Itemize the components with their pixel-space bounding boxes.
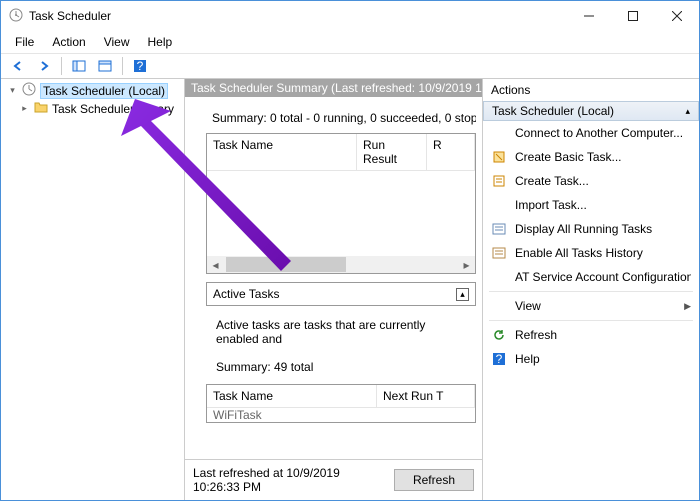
titlebar: Task Scheduler [1,1,699,31]
actions-pane: Actions Task Scheduler (Local) ▴ Connect… [483,79,699,500]
action-create-task[interactable]: Create Task... [483,169,699,193]
refresh-icon [491,327,507,343]
summary-pane: Task Scheduler Summary (Last refreshed: … [185,79,483,500]
active-tasks-desc: Active tasks are tasks that are currentl… [206,314,476,350]
scroll-left-icon[interactable]: ◂ [207,256,224,273]
blank-icon [491,197,507,213]
actions-group-header[interactable]: Task Scheduler (Local) ▴ [483,101,699,121]
action-at-service[interactable]: AT Service Account Configuration [483,265,699,289]
collapse-icon[interactable]: ▴ [456,288,469,301]
active-tasks-grid: Task Name Next Run T WiFiTask [206,384,476,423]
action-display-running[interactable]: Display All Running Tasks [483,217,699,241]
back-button[interactable] [7,55,29,77]
app-icon [9,8,23,25]
toolbar-properties-button[interactable] [94,55,116,77]
menu-help[interactable]: Help [140,33,181,51]
refresh-button[interactable]: Refresh [394,469,474,491]
nav-library[interactable]: ▸ Task Scheduler Library [1,100,184,117]
expand-icon[interactable]: ▸ [19,103,30,114]
blank-icon [491,125,507,141]
actions-group-label: Task Scheduler (Local) [492,104,614,118]
action-view[interactable]: View ▶ [483,294,699,318]
summary-line: Summary: 0 total - 0 running, 0 succeede… [206,101,476,133]
task-status-grid: Task Name Run Result R ◂ ▸ [206,133,476,274]
menu-action[interactable]: Action [44,33,93,51]
col-run-result[interactable]: Run Result [357,134,427,170]
nav-library-label: Task Scheduler Library [52,102,174,116]
svg-text:?: ? [496,352,503,366]
folder-icon [34,101,48,116]
history-icon [491,245,507,261]
expand-icon[interactable]: ▾ [7,85,18,96]
toolbar-show-hide-button[interactable] [68,55,90,77]
menu-view[interactable]: View [96,33,138,51]
forward-button[interactable] [33,55,55,77]
help-icon: ? [491,351,507,367]
scroll-right-icon[interactable]: ▸ [458,256,475,273]
actions-title: Actions [483,79,699,101]
action-refresh[interactable]: Refresh [483,323,699,347]
active-tasks-total: Summary: 49 total [206,356,476,378]
col-extra[interactable]: R [427,134,475,170]
col-next-run[interactable]: Next Run T [377,385,475,407]
horizontal-scrollbar[interactable]: ◂ ▸ [207,256,475,273]
nav-tree[interactable]: ▾ Task Scheduler (Local) ▸ Task Schedule… [1,79,185,500]
nav-root[interactable]: ▾ Task Scheduler (Local) [1,81,184,100]
last-refreshed-label: Last refreshed at 10/9/2019 10:26:33 PM [193,466,382,494]
action-create-basic-task[interactable]: Create Basic Task... [483,145,699,169]
menubar: File Action View Help [1,31,699,53]
window-title: Task Scheduler [29,9,567,23]
summary-header: Task Scheduler Summary (Last refreshed: … [185,79,482,97]
col-task-name[interactable]: Task Name [207,385,377,407]
toolbar: ? [1,53,699,79]
grid-body[interactable] [207,171,475,256]
action-connect[interactable]: Connect to Another Computer... [483,121,699,145]
submenu-arrow-icon: ▶ [684,301,691,312]
maximize-button[interactable] [611,1,655,31]
blank-icon [491,298,507,314]
nav-root-label: Task Scheduler (Local) [40,83,168,99]
col-task-name[interactable]: Task Name [207,134,357,170]
blank-icon [491,269,507,285]
clock-icon [22,82,36,99]
action-help[interactable]: ? Help [483,347,699,371]
svg-text:?: ? [137,59,144,73]
close-button[interactable] [655,1,699,31]
active-tasks-header[interactable]: Active Tasks ▴ [206,282,476,306]
active-row[interactable]: WiFiTask [207,408,475,422]
task-icon [491,173,507,189]
menu-file[interactable]: File [7,33,42,51]
status-bar: Last refreshed at 10/9/2019 10:26:33 PM … [185,459,482,500]
toolbar-help-button[interactable]: ? [129,55,151,77]
scrollbar-thumb[interactable] [226,257,346,272]
wizard-icon [491,149,507,165]
action-import-task[interactable]: Import Task... [483,193,699,217]
active-tasks-title: Active Tasks [213,287,279,301]
list-icon [491,221,507,237]
collapse-icon[interactable]: ▴ [685,106,690,117]
minimize-button[interactable] [567,1,611,31]
action-enable-history[interactable]: Enable All Tasks History [483,241,699,265]
